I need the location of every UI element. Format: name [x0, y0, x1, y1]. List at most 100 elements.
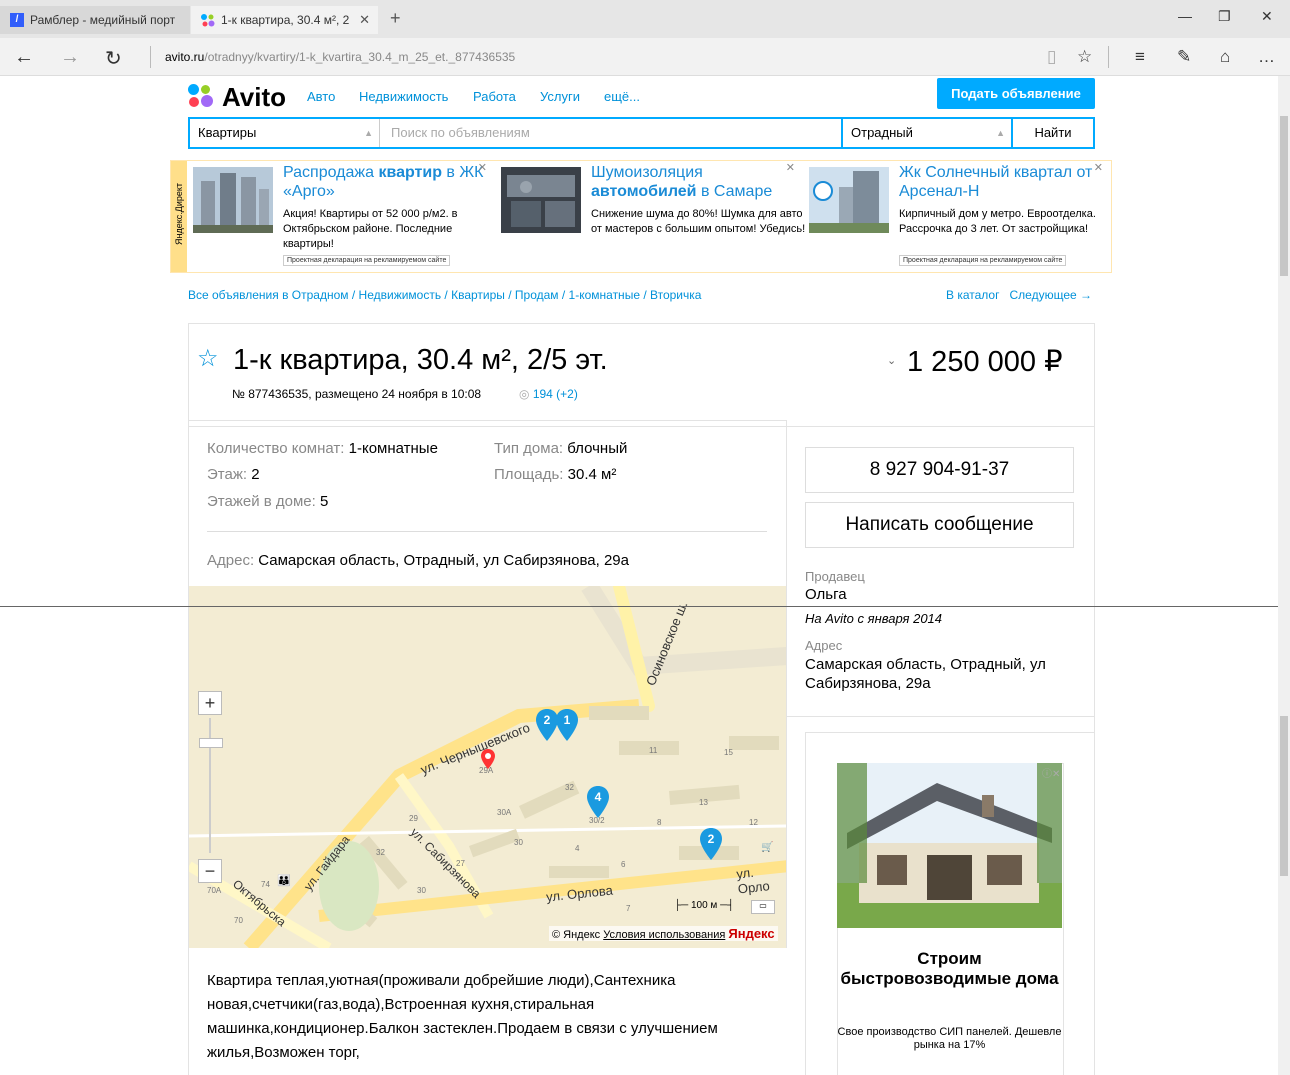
seller-label: Продавец [805, 569, 865, 584]
hub-icon[interactable]: ≡ [1135, 47, 1145, 67]
ads-side-label: Яндекс.Директ [171, 161, 187, 272]
ruler-icon[interactable]: ▭ [751, 900, 775, 914]
map-marker[interactable]: 2 [700, 828, 722, 860]
ad-title[interactable]: Распродажа квартир в ЖК «Арго» [283, 163, 493, 201]
phone-button[interactable]: 8 927 904-91-37 [805, 447, 1074, 493]
back-icon[interactable]: ← [14, 46, 34, 69]
contact-panel: 8 927 904-91-37 Написать сообщение Прода… [787, 427, 1094, 717]
yandex-map[interactable]: Осиновское ш. ул. Чернышевского ул. Гайд… [189, 586, 787, 948]
minimize-icon[interactable]: — [1178, 8, 1192, 24]
nav-services[interactable]: Услуги [540, 89, 580, 104]
tab-rambler[interactable]: / Рамблер - медийный порт [0, 6, 190, 34]
eye-icon: ◎ [519, 387, 533, 401]
right-ad[interactable]: ⓘ✕ Строим быстровозводимые дома Свое про… [805, 732, 1095, 1075]
refresh-icon[interactable]: ↻ [105, 46, 122, 71]
zoom-slider-handle[interactable] [199, 738, 223, 748]
favorite-star-icon[interactable]: ☆ [197, 344, 219, 373]
location-pin-icon[interactable] [481, 749, 495, 769]
close-ad-icon[interactable]: ✕ [478, 161, 487, 174]
ad-car-interior-image [501, 167, 581, 233]
share-icon[interactable]: ⌂ [1220, 47, 1230, 67]
search-input[interactable]: Поиск по объявлениям [381, 119, 841, 147]
price-dropdown-icon[interactable]: ⌄ [887, 354, 896, 367]
house-number: 4 [575, 844, 580, 853]
new-tab-icon[interactable]: + [390, 8, 401, 29]
house-number: 7 [626, 904, 631, 913]
avito-logo-icon[interactable] [188, 82, 216, 110]
scrollbar-thumb[interactable] [1280, 116, 1288, 276]
listing-meta: № 877436535, размещено 24 ноября в 10:08 [232, 387, 482, 401]
location-select[interactable]: Отрадный ▲ [841, 119, 1013, 147]
url-field[interactable]: avito.ru/otradnyy/kvartiry/1-k_kvartira_… [165, 50, 515, 64]
write-message-button[interactable]: Написать сообщение [805, 502, 1074, 548]
page-content: Avito Авто Недвижимость Работа Услуги ещ… [0, 76, 1278, 1075]
map-terms-link[interactable]: Условия использования [603, 929, 725, 941]
nav-more[interactable]: ещё... [604, 89, 640, 104]
param-address: Адрес: Самарская область, Отрадный, ул С… [207, 552, 629, 569]
house-number: 74 [261, 880, 270, 889]
tab-avito[interactable]: 1-к квартира, 30.4 м², 2 ✕ [191, 6, 378, 34]
ad-item[interactable]: Распродажа квартир в ЖК «Арго» Акция! Кв… [189, 161, 489, 271]
nav-auto[interactable]: Авто [307, 89, 335, 104]
svg-text:2: 2 [708, 832, 715, 846]
ad-text: Снижение шума до 80%! Шумка для авто от … [591, 208, 806, 235]
close-ad-icon[interactable]: ✕ [786, 161, 795, 174]
zoom-in-button[interactable]: + [198, 691, 222, 715]
nav-jobs[interactable]: Работа [473, 89, 516, 104]
forward-icon[interactable]: → [60, 46, 80, 69]
post-ad-button[interactable]: Подать объявление [937, 78, 1095, 109]
breadcrumb[interactable]: Все объявления в Отрадном / Недвижимость… [188, 288, 701, 302]
listing-description: Квартира теплая,уютная(проживали добрейш… [207, 972, 718, 1061]
web-note-icon[interactable]: ✎ [1177, 47, 1191, 67]
avito-logo[interactable]: Avito [222, 82, 286, 113]
listing-views: ◎ 194 (+2) [519, 387, 578, 401]
favorite-star-icon[interactable]: ☆ [1077, 47, 1092, 67]
page-scrollbar[interactable] [1278, 76, 1290, 1075]
close-tab-icon[interactable]: ✕ [359, 12, 370, 28]
ad-title[interactable]: Шумоизоляция автомобилей в Самаре [591, 163, 801, 201]
next-listing-link[interactable]: Следующее → [1010, 288, 1093, 302]
search-button[interactable]: Найти [1013, 119, 1093, 147]
seller-name[interactable]: Ольга [805, 585, 1075, 604]
house-number: 11 [649, 746, 658, 755]
listing-header: ☆ 1-к квартира, 30.4 м², 2/5 эт. № 87743… [189, 324, 1094, 427]
to-catalog-link[interactable]: В каталог [946, 288, 999, 302]
ad-item[interactable]: Жк Солнечный квартал от Арсенал-Н Кирпич… [805, 161, 1105, 271]
house-number: 15 [724, 748, 733, 757]
house-number: 70 [234, 916, 243, 925]
category-select[interactable]: Квартиры ▲ [190, 119, 380, 147]
ad-info-icon[interactable]: ⓘ✕ [1042, 765, 1060, 780]
seller-address: Самарская область, Отрадный, ул Сабирзян… [805, 656, 1046, 692]
house-number: 6 [621, 860, 626, 869]
house-number: 70А [207, 886, 222, 895]
yandex-logo[interactable]: Яндекс [728, 926, 774, 941]
divider [207, 531, 767, 532]
close-window-icon[interactable]: ✕ [1261, 8, 1273, 25]
people-icon: 👪 [277, 875, 291, 887]
param-house-type: Тип дома: блочный [494, 440, 628, 457]
tab-label: Рамблер - медийный порт [30, 13, 176, 27]
house-number: 29 [409, 814, 418, 823]
more-icon[interactable]: … [1258, 47, 1275, 67]
house-number: 27 [456, 859, 465, 868]
zoom-out-button[interactable]: − [198, 859, 222, 883]
ad-title[interactable]: Жк Солнечный квартал от Арсенал-Н [899, 163, 1109, 201]
right-ad-headline: Строим быстровозводимые дома [840, 949, 1059, 988]
house-number: 8 [657, 818, 662, 827]
address-bar: ← → ↻ avito.ru/otradnyy/kvartiry/1-k_kva… [0, 38, 1290, 76]
nav-realty[interactable]: Недвижимость [359, 89, 448, 104]
map-marker[interactable]: 1 [556, 709, 578, 741]
ad-item[interactable]: Шумоизоляция автомобилей в Самаре Снижен… [497, 161, 805, 271]
ad-house-image [837, 763, 1062, 928]
svg-text:4: 4 [595, 790, 602, 804]
house-number: 30 [514, 838, 523, 847]
scrollbar-thumb[interactable] [1280, 716, 1288, 876]
map-marker[interactable]: 4 [587, 786, 609, 818]
map-marker[interactable]: 2 [536, 709, 558, 741]
svg-text:2: 2 [544, 713, 551, 727]
house-number: 30А [497, 808, 512, 817]
house-number: 13 [699, 798, 708, 807]
close-ad-icon[interactable]: ✕ [1094, 161, 1103, 174]
restore-icon[interactable]: ❐ [1218, 8, 1231, 25]
reading-view-icon[interactable]: ▯ [1047, 47, 1056, 67]
